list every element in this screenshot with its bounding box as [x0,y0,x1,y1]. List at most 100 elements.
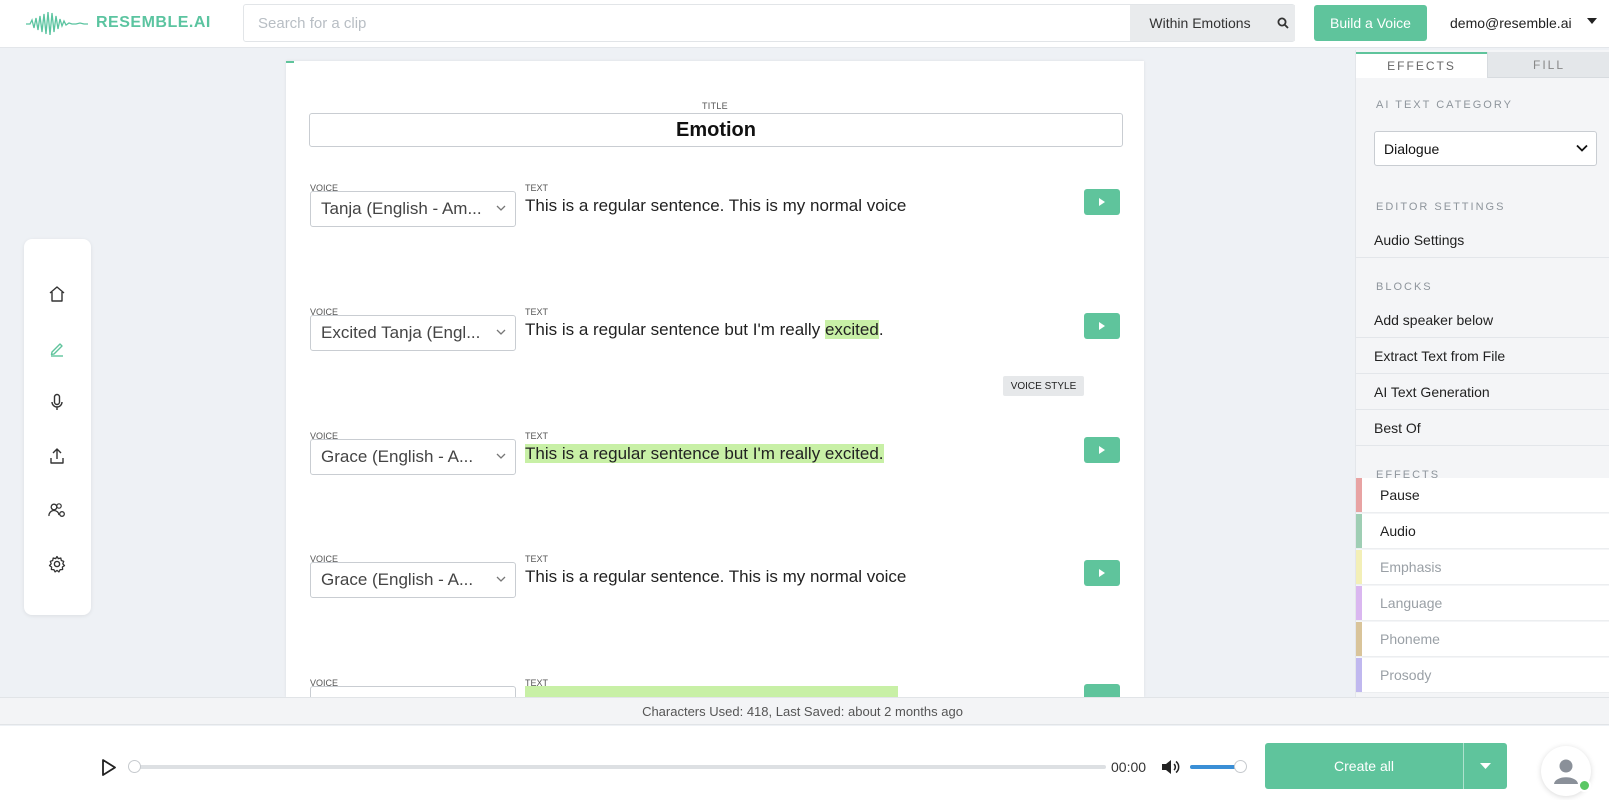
volume-slider[interactable] [1190,765,1241,769]
title-label: TITLE [701,101,728,111]
play-icon[interactable] [101,759,117,776]
blocks-label: BLOCKS [1376,281,1433,293]
voice-style-tag[interactable]: VOICE STYLE [1003,376,1084,396]
voice-select[interactable]: Grace (English - A... [310,562,516,598]
search-bar: Within Emotions [243,4,1295,42]
effect-item-pause[interactable]: Pause [1356,478,1609,513]
speaker-block: VOICE TEXT Grace (English - A... This is… [286,554,1144,614]
nav-users[interactable] [44,497,70,523]
play-icon [1099,322,1105,330]
block-text[interactable]: This is a regular sentence. This is my n… [525,196,906,216]
search-scope-selector[interactable]: Within Emotions [1130,5,1270,41]
text-label: TEXT [525,431,549,441]
nav-editor[interactable] [44,335,70,361]
effect-label: Language [1380,595,1443,611]
status-text: Characters Used: 418, Last Saved: about … [642,704,963,719]
effect-label: Phoneme [1380,631,1440,647]
upload-icon [50,448,64,464]
status-bar: Characters Used: 418, Last Saved: about … [0,697,1609,725]
title-input[interactable]: Emotion [309,113,1123,147]
waveform-logo-icon [26,11,88,36]
best-of-item[interactable]: Best Of [1356,410,1609,446]
progress-indicator [286,61,294,63]
voice-style-highlight[interactable]: This is a regular sentence but I'm reall… [525,444,884,463]
voice-select[interactable]: Excited Tanja (Engl... [310,315,516,351]
volume-handle[interactable] [1234,760,1248,773]
chevron-down-icon [496,453,506,459]
nav-record[interactable] [44,389,70,415]
effect-label: Prosody [1380,667,1432,683]
tab-fill[interactable]: FILL [1487,52,1609,78]
chevron-down-icon [496,205,506,211]
extract-text-item[interactable]: Extract Text from File [1356,338,1609,374]
effect-item-language[interactable]: Language [1356,586,1609,621]
effect-item-phoneme[interactable]: Phoneme [1356,622,1609,657]
play-block-button[interactable] [1084,313,1120,339]
effect-color-bar [1356,514,1362,548]
voice-select-value: Grace (English - A... [321,447,474,466]
logo[interactable]: RESEMBLE.AI [26,8,211,38]
search-icon [1277,17,1289,29]
add-speaker-below-item[interactable]: Add speaker below [1356,302,1609,338]
block-text[interactable] [525,686,898,697]
ai-text-category-select[interactable]: Dialogue [1374,131,1597,166]
chevron-down-icon[interactable] [1587,18,1597,25]
nav-home[interactable] [44,281,70,307]
nav-upload[interactable] [44,443,70,469]
block-text[interactable]: This is a regular sentence. This is my n… [525,567,906,587]
text-label: TEXT [525,554,549,564]
nav-settings[interactable] [44,551,70,577]
search-input[interactable] [244,5,1130,41]
editor-settings-label: EDITOR SETTINGS [1376,201,1506,213]
play-block-button[interactable] [1084,437,1120,463]
block-text[interactable]: This is a regular sentence but I'm reall… [525,320,884,340]
voice-select[interactable]: Grace (English - A... [310,439,516,475]
effect-color-bar [1356,622,1362,656]
effect-color-bar [1356,478,1362,512]
play-block-button[interactable] [1084,189,1120,215]
text-segment: This is a regular sentence but I'm reall… [525,320,825,339]
playback-progress-track[interactable] [134,765,1106,769]
speaker-block: VOICE TEXT Tanja (English - Am... This i… [286,183,1144,243]
voice-select[interactable]: Tanja (English - Am... [310,191,516,227]
create-all-menu-button[interactable] [1463,743,1507,789]
speaker-block: VOICE TEXT Grace (English - A... This is… [286,431,1144,491]
voice-select-value: Tanja (English - Am... [321,199,482,218]
search-button[interactable] [1270,5,1295,41]
create-all-button[interactable]: Create all [1265,743,1463,789]
speaker-block: VOICE TEXT Excited Tanja (Engl... This i… [286,307,1144,367]
chevron-down-icon [496,576,506,582]
online-status-dot [1578,779,1591,792]
volume-icon[interactable] [1161,759,1181,775]
edit-icon [50,343,63,357]
text-label: TEXT [525,183,549,193]
block-text[interactable]: This is a regular sentence but I'm reall… [525,444,884,464]
top-bar: RESEMBLE.AI Within Emotions Build a Voic… [0,0,1609,48]
chevron-down-icon [1576,144,1588,152]
build-voice-button[interactable]: Build a Voice [1314,5,1427,41]
voice-select-value: Excited Tanja (Engl... [321,323,481,342]
play-block-button[interactable] [1084,684,1120,697]
ai-text-category-label: AI TEXT CATEGORY [1376,99,1513,111]
voice-select-value: Grace (English - A... [321,570,474,589]
effect-label: Pause [1380,487,1420,503]
speaker-block: VOICE TEXT [286,678,1144,697]
playback-progress-handle[interactable] [128,760,141,773]
effect-item-audio[interactable]: Audio [1356,514,1609,549]
user-menu[interactable]: demo@resemble.ai [1450,15,1572,31]
effect-color-bar [1356,550,1362,584]
audio-settings-item[interactable]: Audio Settings [1356,222,1609,258]
voice-style-highlight[interactable]: excited [824,320,879,339]
effect-item-prosody[interactable]: Prosody [1356,658,1609,693]
text-segment: This is a regular sentence. This is my n… [525,567,907,586]
home-icon [49,286,65,302]
gear-icon [48,555,66,573]
play-block-button[interactable] [1084,560,1120,586]
logo-text: RESEMBLE.AI [96,14,211,31]
tab-effects[interactable]: EFFECTS [1356,52,1487,78]
play-icon [1099,198,1105,206]
effect-item-emphasis[interactable]: Emphasis [1356,550,1609,585]
ai-text-generation-item[interactable]: AI Text Generation [1356,374,1609,410]
voice-select[interactable] [310,686,516,697]
effect-label: Emphasis [1380,559,1442,575]
